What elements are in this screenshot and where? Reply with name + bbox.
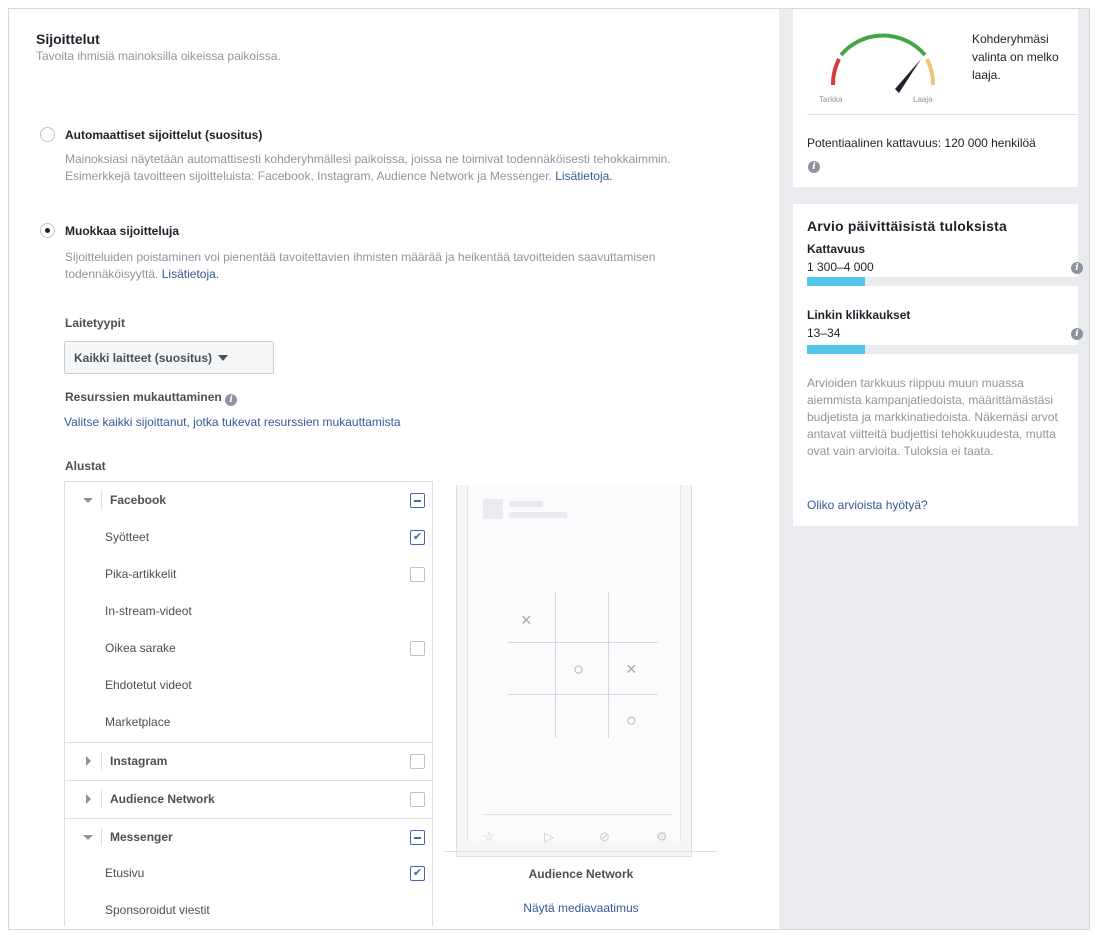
placement-name: Etusivu [105, 866, 145, 880]
messenger-checkbox[interactable] [410, 830, 425, 845]
info-icon[interactable]: i [808, 161, 820, 173]
phone-screen: × ○ × ○ ☆ ▷ ⊘ ⚙ [467, 485, 681, 844]
placement-row: Marketplace [65, 704, 432, 741]
placement-row[interactable]: Oikea sarake [65, 630, 432, 667]
reach-value: 1 300–4 000 [807, 260, 874, 274]
audience-definition-card: Tarkka Laaja Kohderyhmäsi valinta on mel… [793, 9, 1078, 187]
placement-name: Sponsoroidut viestit [105, 903, 210, 917]
placement-row: In-stream-videot [65, 593, 432, 630]
placement-preview: × ○ × ○ ☆ ▷ ⊘ ⚙ [456, 485, 692, 857]
chevron-right-icon[interactable] [86, 794, 91, 804]
edit-placements-learn-more-link[interactable]: Lisätietoja. [162, 267, 219, 281]
audience-network-checkbox[interactable] [410, 792, 425, 807]
edit-placements-label[interactable]: Muokkaa sijoitteluja [65, 224, 179, 238]
reach-bar [807, 277, 1079, 286]
link-clicks-bar [807, 345, 1079, 354]
estimates-feedback-link[interactable]: Oliko arvioista hyötyä? [807, 498, 928, 512]
right-column-checkbox[interactable] [410, 641, 425, 656]
info-icon[interactable]: i [225, 394, 238, 406]
platform-name-audience-network: Audience Network [110, 792, 215, 806]
home-checkbox[interactable]: ✔ [410, 866, 425, 881]
placement-row[interactable]: Pika-artikkelit [65, 556, 432, 593]
play-icon: ▷ [544, 829, 554, 844]
link-clicks-label: Linkin klikkaukset [807, 308, 911, 322]
auto-placements-radio[interactable] [40, 127, 55, 142]
placement-row: Sponsoroidut viestit [65, 892, 432, 926]
audience-gauge [830, 33, 936, 93]
section-subtitle: Tavoita ihmisiä mainoksilla oikeissa pai… [36, 49, 281, 63]
section-title: Sijoittelut [36, 31, 100, 47]
reach-label: Kattavuus [807, 242, 866, 256]
placement-row[interactable]: Syötteet ✔ [65, 519, 432, 556]
device-types-dropdown[interactable]: Kaikki laitteet (suositus) [64, 341, 274, 374]
auto-placements-learn-more-link[interactable]: Lisätietoja. [555, 169, 612, 183]
link-clicks-value: 13–34 [807, 326, 841, 340]
asset-customization-link[interactable]: Valitse kaikki sijoittanut, jotka tukeva… [64, 415, 401, 429]
audience-size-description: Kohderyhmäsi valinta on melko laaja. [972, 32, 1059, 82]
placement-name: Pika-artikkelit [105, 567, 177, 581]
avatar-placeholder [483, 499, 503, 519]
info-icon[interactable]: i [1071, 262, 1083, 274]
settings-icon: ⚙ [656, 829, 668, 844]
platform-group-messenger[interactable]: Messenger [65, 818, 432, 855]
placements-section: Sijoittelut Tavoita ihmisiä mainoksilla … [9, 9, 779, 929]
preview-caption: Audience Network [528, 867, 634, 881]
device-types-label: Laitetyypit [65, 316, 126, 330]
placement-name: Syötteet [105, 530, 150, 544]
placement-row[interactable]: Etusivu ✔ [65, 855, 432, 892]
star-icon: ☆ [483, 829, 495, 844]
placement-name: Oikea sarake [105, 641, 176, 655]
platform-group-instagram[interactable]: Instagram [65, 742, 432, 779]
chevron-down-icon[interactable] [83, 498, 93, 503]
x-mark-icon: × [626, 659, 637, 679]
platform-group-audience-network[interactable]: Audience Network [65, 780, 432, 817]
edit-placements-radio[interactable] [40, 223, 55, 238]
facebook-checkbox[interactable] [410, 493, 425, 508]
feeds-checkbox[interactable]: ✔ [410, 530, 425, 545]
device-types-value: Kaikki laitteet (suositus) [74, 351, 213, 365]
placement-name: Marketplace [105, 715, 171, 729]
auto-placements-description: Mainoksiasi näytetään automattisesti koh… [65, 152, 671, 183]
auto-placements-label[interactable]: Automaattiset sijoittelut (suositus) [65, 128, 262, 142]
caret-down-icon [218, 355, 229, 361]
placement-name: Ehdotetut videot [105, 678, 192, 692]
placement-row: Ehdotetut videot [65, 667, 432, 704]
platforms-label: Alustat [65, 459, 106, 473]
platform-group-facebook[interactable]: Facebook [65, 482, 432, 519]
potential-reach: Potentiaalinen kattavuus: 120 000 henkil… [807, 136, 1036, 150]
platforms-list: Facebook Syötteet ✔ Pika-artikkelit In-s… [64, 481, 433, 926]
platform-name-messenger: Messenger [110, 830, 173, 844]
instant-articles-checkbox[interactable] [410, 567, 425, 582]
estimates-title: Arvio päivittäisistä tuloksista [807, 218, 1007, 234]
estimates-disclaimer: Arvioiden tarkkuus riippuu muun muassa a… [807, 376, 1058, 458]
placement-name: In-stream-videot [105, 604, 192, 618]
link-icon: ⊘ [599, 829, 610, 844]
gauge-broad-label: Laaja [913, 95, 933, 104]
info-icon[interactable]: i [1071, 328, 1083, 340]
edit-placements-description: Sijoitteluiden poistaminen voi pienentää… [65, 250, 656, 281]
daily-estimates-card: Arvio päivittäisistä tuloksista Kattavuu… [793, 204, 1083, 526]
media-requirements-link[interactable]: Näytä mediavaatimus [445, 901, 717, 915]
audience-sidebar: Tarkka Laaja Kohderyhmäsi valinta on mel… [779, 9, 1089, 929]
instagram-checkbox[interactable] [410, 754, 425, 769]
asset-customization-label: Resurssien mukauttaminen i [65, 390, 238, 406]
chevron-right-icon[interactable] [86, 756, 91, 766]
chevron-down-icon[interactable] [83, 835, 93, 840]
x-mark-icon: × [521, 610, 532, 630]
gauge-narrow-label: Tarkka [819, 95, 843, 104]
o-mark-icon: ○ [626, 710, 637, 730]
platform-name-instagram: Instagram [110, 754, 168, 768]
placements-panel: Sijoittelut Tavoita ihmisiä mainoksilla … [8, 8, 1090, 930]
platform-name-facebook: Facebook [110, 493, 167, 507]
o-mark-icon: ○ [573, 659, 584, 679]
